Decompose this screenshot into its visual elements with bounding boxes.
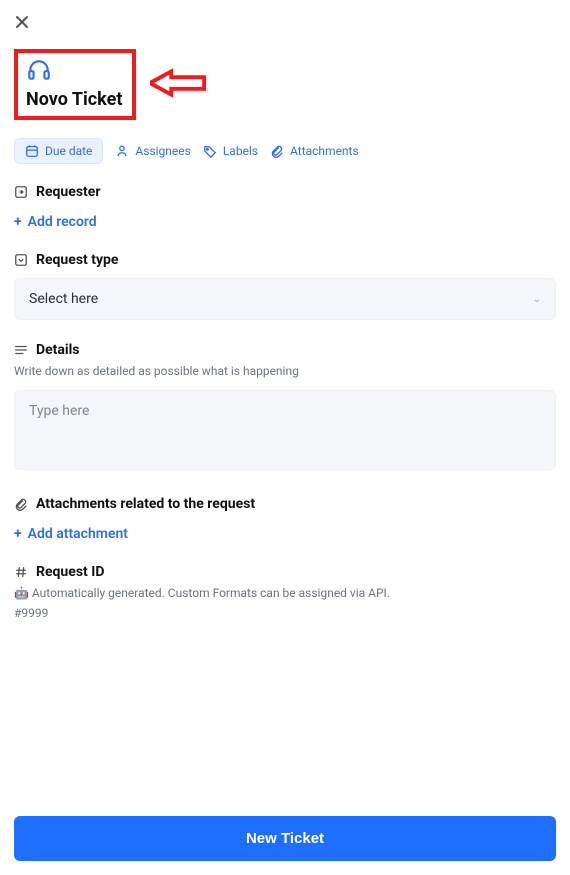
person-icon: [115, 144, 129, 158]
page-title[interactable]: Novo Ticket: [26, 89, 122, 110]
request-attachments-title: Attachments related to the request: [36, 496, 255, 512]
request-type-select[interactable]: Select here ⌄: [14, 278, 556, 320]
request-type-section: Request type Select here ⌄: [14, 252, 556, 320]
lines-icon: [14, 343, 28, 357]
chevron-down-icon: ⌄: [533, 294, 541, 305]
plus-icon: +: [14, 526, 22, 542]
assignees-chip[interactable]: Assignees: [115, 144, 190, 158]
requester-title: Requester: [36, 184, 100, 200]
labels-label: Labels: [223, 144, 258, 158]
arrow-in-icon: [14, 185, 28, 199]
details-helper: Write down as detailed as possible what …: [14, 364, 556, 378]
assignees-label: Assignees: [135, 144, 190, 158]
add-attachment-button[interactable]: + Add attachment: [14, 526, 128, 542]
meta-chips-row: Due date Assignees Labels Attachments: [14, 138, 556, 164]
paperclip-icon: [14, 497, 28, 511]
request-id-title: Request ID: [36, 564, 104, 580]
attachments-chip[interactable]: Attachments: [270, 144, 359, 158]
due-date-label: Due date: [45, 144, 92, 158]
details-section: Details Write down as detailed as possib…: [14, 342, 556, 474]
request-id-helper: 🤖 Automatically generated. Custom Format…: [14, 586, 556, 600]
request-attachments-section: Attachments related to the request + Add…: [14, 496, 556, 542]
calendar-icon: [25, 144, 39, 158]
request-type-title: Request type: [36, 252, 118, 268]
title-highlight-box: Novo Ticket: [14, 49, 136, 120]
details-input[interactable]: [14, 390, 556, 470]
select-icon: [14, 253, 28, 267]
request-id-value: #9999: [14, 606, 556, 620]
requester-section: Requester + Add record: [14, 184, 556, 230]
request-type-placeholder: Select here: [29, 291, 98, 307]
attachments-label: Attachments: [290, 144, 359, 158]
labels-chip[interactable]: Labels: [203, 144, 258, 158]
plus-icon: +: [14, 214, 22, 230]
add-attachment-label: Add attachment: [28, 526, 128, 542]
add-record-button[interactable]: + Add record: [14, 214, 97, 230]
new-ticket-button[interactable]: New Ticket: [14, 816, 556, 861]
paperclip-icon: [270, 144, 284, 158]
details-title: Details: [36, 342, 80, 358]
request-id-section: Request ID 🤖 Automatically generated. Cu…: [14, 564, 556, 620]
close-icon[interactable]: [14, 14, 30, 35]
add-record-label: Add record: [28, 214, 97, 230]
annotation-arrow-icon: [150, 68, 208, 102]
due-date-chip[interactable]: Due date: [14, 138, 103, 164]
tag-icon: [203, 144, 217, 158]
hash-icon: [14, 565, 28, 579]
headset-icon: [26, 57, 52, 87]
